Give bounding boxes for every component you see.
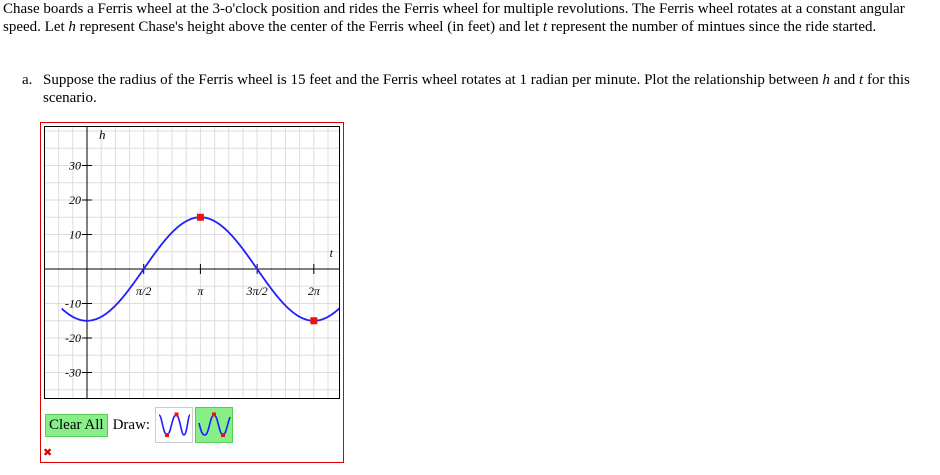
cosine-wave-icon (198, 412, 231, 437)
problem-text: represent the number of mintues since th… (547, 19, 877, 35)
part-text: Suppose the radius of the Ferris wheel i… (43, 72, 823, 88)
draw-toolbar: Clear All Draw: (45, 406, 235, 444)
y-tick-label: -10 (65, 297, 81, 311)
problem-text: represent Chase's height above the cente… (75, 19, 543, 35)
sine-wave-icon (158, 412, 191, 437)
y-axis-label: h (99, 127, 106, 142)
curve-key-point[interactable] (196, 213, 204, 221)
part-text: and (829, 72, 860, 88)
draw-label: Draw: (112, 416, 151, 433)
variable-h: h (68, 19, 76, 35)
incorrect-mark: ✖ (43, 446, 53, 459)
graphing-widget: t h π/2 π 3π/2 2π 30 20 10 -10 -20 -30 Clear All Dr… (40, 122, 344, 463)
x-tick-label: 2π (308, 284, 321, 298)
curve-key-point[interactable] (310, 317, 318, 325)
y-tick-label: -20 (65, 331, 81, 345)
y-tick-label: 30 (68, 159, 81, 173)
problem-statement: Chase boards a Ferris wheel at the 3-o'c… (3, 0, 933, 36)
x-tick-label: π (197, 284, 204, 298)
plot-svg[interactable]: t h π/2 π 3π/2 2π 30 20 10 -10 -20 -30 (45, 127, 339, 398)
x-tick-label: 3π/2 (245, 284, 267, 298)
cosine-tool-button[interactable] (195, 407, 234, 443)
part-a-text: Suppose the radius of the Ferris wheel i… (43, 71, 927, 107)
graph-canvas[interactable]: t h π/2 π 3π/2 2π 30 20 10 -10 -20 -30 (44, 126, 340, 399)
clear-all-button[interactable]: Clear All (45, 413, 108, 437)
variable-h: h (822, 72, 830, 88)
part-label: a. (22, 72, 33, 88)
x-tick-label: π/2 (136, 284, 151, 298)
y-tick-label: -30 (65, 366, 81, 380)
y-tick-label: 20 (69, 193, 81, 207)
part-a: a. Suppose the radius of the Ferris whee… (22, 71, 927, 107)
sine-tool-button[interactable] (155, 407, 194, 443)
y-tick-label: 10 (69, 228, 81, 242)
x-axis-label: t (330, 246, 334, 260)
